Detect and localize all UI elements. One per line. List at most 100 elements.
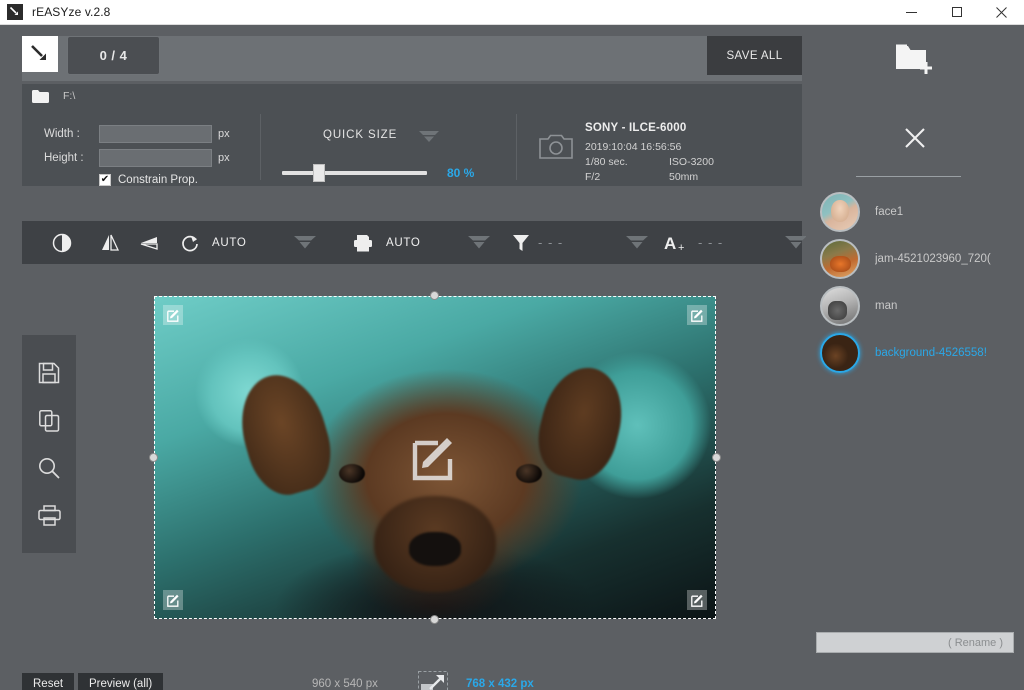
list-item[interactable]: man [806, 282, 1024, 329]
auto-print-label[interactable]: AUTO [386, 221, 421, 264]
close-icon[interactable] [902, 125, 928, 151]
bottom-bar: Reset Preview (all) 960 x 540 px 768 x 4… [0, 656, 806, 690]
selection-handle-bottom[interactable] [430, 615, 439, 624]
print-dropdown-icon[interactable] [468, 221, 490, 264]
file-thumbnail[interactable] [820, 285, 860, 326]
reset-button[interactable]: Reset [22, 673, 75, 690]
zoom-search-icon[interactable] [38, 457, 60, 480]
height-row: Height : px [44, 149, 260, 167]
save-icon[interactable] [38, 362, 60, 384]
title-bar: rEASYze v.2.8 [0, 0, 1024, 25]
file-sidebar: face1 jam-4521023960_720( man background… [806, 25, 1024, 690]
width-input[interactable] [99, 125, 212, 143]
properties-panel: Width : px Height : px ✔ Constrain Prop. [22, 108, 802, 186]
window-title: rEASYze v.2.8 [32, 5, 111, 19]
shutter-speed: 1/80 sec. [585, 156, 628, 168]
edit-pencil-icon[interactable] [163, 590, 183, 610]
canvas-area [22, 264, 802, 656]
size-section: Width : px Height : px ✔ Constrain Prop. [22, 108, 260, 186]
image-canvas[interactable] [149, 291, 721, 624]
flip-vertical-icon[interactable] [138, 221, 160, 264]
exif-section: SONY - ILCE-6000 2019:10:04 16:56:56 1/8… [517, 108, 802, 186]
file-name: background-4526558! [875, 346, 987, 359]
folder-path-row[interactable]: F:\ [22, 84, 802, 108]
editor-column: 0 / 4 SAVE ALL F:\ Width : px Height: p… [0, 25, 807, 690]
quick-size-section: QUICK SIZE 80 % [261, 108, 516, 186]
close-button[interactable] [979, 0, 1024, 25]
height-unit: px [218, 152, 230, 164]
rotate-dropdown-icon[interactable] [294, 221, 316, 264]
app-icon [7, 4, 23, 20]
rename-input[interactable]: ( Rename ) [816, 632, 1014, 653]
height-label: Height : [44, 152, 84, 164]
quick-size-percent: 80 % [447, 166, 475, 180]
app-logo-icon [22, 36, 58, 72]
rotate-icon[interactable] [180, 221, 200, 264]
center-edit-pencil-icon[interactable] [409, 432, 461, 484]
filter-dropdown-icon[interactable] [626, 221, 648, 264]
flip-horizontal-icon[interactable] [100, 221, 120, 264]
selection-handle-left[interactable] [149, 452, 158, 462]
svg-text:+: + [678, 242, 684, 253]
filter-value[interactable]: - - - [538, 221, 563, 264]
focal-length-value: 50mm [669, 171, 699, 183]
width-label: Width : [44, 128, 80, 140]
main-body: 0 / 4 SAVE ALL F:\ Width : px Height: p… [0, 25, 1024, 690]
filter-icon[interactable] [512, 221, 530, 264]
edit-pencil-icon[interactable] [163, 305, 183, 325]
list-item[interactable]: jam-4521023960_720( [806, 235, 1024, 282]
selection-handle-top[interactable] [430, 291, 439, 300]
camera-icon [539, 133, 573, 160]
watermark-value[interactable]: - - - [698, 221, 723, 264]
edit-pencil-icon[interactable] [687, 305, 707, 325]
file-thumbnail[interactable] [820, 191, 860, 232]
minimize-button[interactable] [889, 0, 934, 25]
tool-row: AUTO AUTO - - - A + - - - [22, 221, 807, 264]
print-icon[interactable] [352, 221, 374, 264]
save-all-button[interactable]: SAVE ALL [707, 36, 802, 75]
copy-icon[interactable] [38, 409, 60, 432]
auto-rotate-label[interactable]: AUTO [212, 221, 247, 264]
width-unit: px [218, 128, 230, 140]
quick-size-label: QUICK SIZE [323, 129, 398, 141]
constrain-checkbox[interactable]: ✔ [99, 174, 111, 186]
preview-all-button[interactable]: Preview (all) [78, 673, 164, 690]
svg-text:A: A [664, 234, 676, 253]
edit-pencil-icon[interactable] [687, 590, 707, 610]
folder-icon [32, 89, 49, 103]
aperture-value: F/2 [585, 171, 601, 183]
new-dimensions: 768 x 432 px [466, 678, 534, 690]
width-row: Width : px [44, 125, 260, 143]
rename-placeholder: ( Rename ) [947, 636, 1003, 649]
sidebar-divider [856, 176, 961, 177]
window-controls [889, 0, 1024, 25]
iso-value: ISO-3200 [669, 156, 714, 168]
list-item[interactable]: face1 [806, 188, 1024, 235]
original-dimensions: 960 x 540 px [312, 678, 378, 690]
file-counter: 0 / 4 [67, 36, 160, 75]
contrast-icon[interactable] [52, 221, 72, 264]
watermark-text-icon[interactable]: A + [664, 221, 690, 264]
application-window: rEASYze v.2.8 0 / 4 SAVE ALL F:\ Width:… [0, 0, 1024, 690]
constrain-proportions-row[interactable]: ✔ Constrain Prop. [99, 174, 260, 186]
maximize-button[interactable] [934, 0, 979, 25]
folder-path-text: F:\ [63, 90, 76, 102]
list-item[interactable]: background-4526558! [806, 329, 1024, 376]
height-input[interactable] [99, 149, 212, 167]
resize-arrow-icon [418, 671, 448, 690]
quick-size-slider-thumb[interactable] [313, 164, 325, 182]
file-thumbnail[interactable] [820, 238, 860, 279]
quick-size-slider-track[interactable] [282, 171, 427, 175]
selection-box[interactable] [149, 291, 721, 624]
file-thumbnail[interactable] [820, 332, 860, 373]
quick-size-dropdown-icon[interactable] [419, 131, 439, 143]
add-folder-icon[interactable] [893, 40, 937, 80]
camera-model: SONY - ILCE-6000 [585, 122, 687, 134]
side-toolbar [22, 335, 76, 553]
selection-handle-right[interactable] [712, 452, 721, 462]
file-name: jam-4521023960_720( [875, 252, 991, 265]
capture-datetime: 2019:10:04 16:56:56 [585, 141, 682, 153]
constrain-label: Constrain Prop. [118, 174, 198, 186]
watermark-dropdown-icon[interactable] [785, 221, 807, 264]
print-icon[interactable] [37, 505, 61, 526]
